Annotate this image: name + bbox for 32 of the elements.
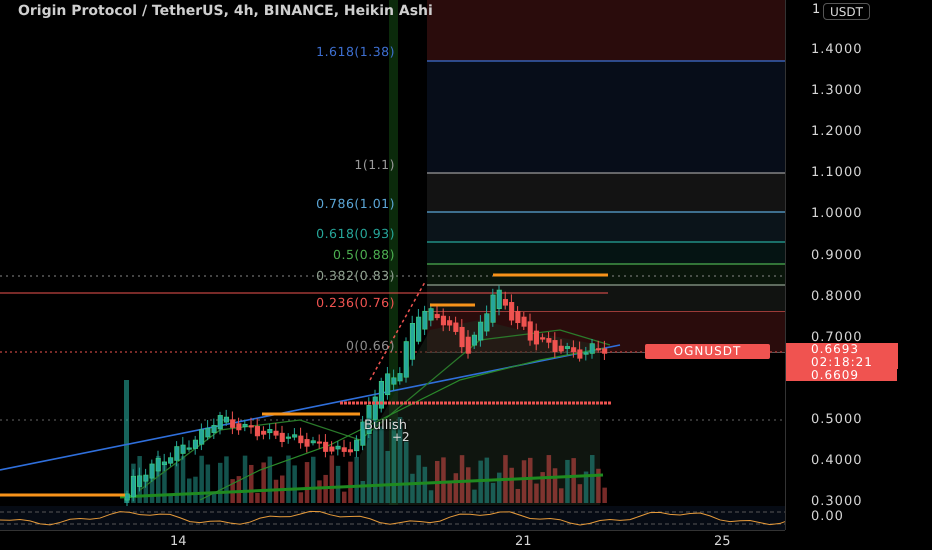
price-axis-label: 0.5000 — [811, 412, 862, 427]
fib-level-label: 0.786(1.01) — [316, 196, 395, 211]
fib-level-label: 0.618(0.93) — [316, 226, 395, 241]
chart-title: Origin Protocol / TetherUS, 4h, BINANCE, Heikin Ashi — [18, 3, 433, 19]
price-axis-label: 0.3000 — [811, 494, 862, 510]
fib-level-label: 1(1.1) — [354, 157, 395, 172]
price-axis-label: 1.4000 — [811, 42, 862, 57]
level-line — [430, 304, 475, 306]
price-tag: 0.6609 — [786, 369, 897, 381]
fib-level-label: 0.5(0.88) — [333, 247, 395, 262]
fib-level-label: 1.618(1.38) — [316, 44, 395, 59]
signal-count: +2 — [392, 430, 410, 444]
fib-level-label: 0.236(0.76) — [316, 295, 395, 310]
price-axis-label: 1.1000 — [811, 165, 862, 180]
symbol-tag: OGNUSDT — [645, 344, 770, 359]
price-axis-label: 1.3000 — [811, 83, 862, 98]
price-axis-label: 1.2000 — [811, 124, 862, 140]
price-axis-label: 0.7000 — [811, 330, 862, 345]
fib-level-label: 0.382(0.83) — [316, 268, 395, 283]
bar-countdown: 02:18:21 — [811, 356, 874, 369]
price-axis-label: 0.9000 — [811, 248, 862, 262]
price-axis-label: 0.8000 — [811, 288, 862, 304]
time-axis-label: 21 — [515, 534, 532, 549]
currency-button[interactable]: USDT — [823, 3, 870, 20]
time-axis-label: 14 — [170, 534, 187, 549]
last-price: 0.6693 — [811, 343, 860, 356]
fib-level-label: 0(0.66) — [346, 338, 395, 353]
price-axis-label: 0.4000 — [811, 453, 862, 468]
price-axis-label: 1 — [812, 2, 820, 17]
oscillator-axis-label: 0.00 — [811, 509, 844, 524]
price-axis-label: 1.0000 — [811, 206, 862, 222]
time-axis-label: 25 — [714, 534, 731, 549]
